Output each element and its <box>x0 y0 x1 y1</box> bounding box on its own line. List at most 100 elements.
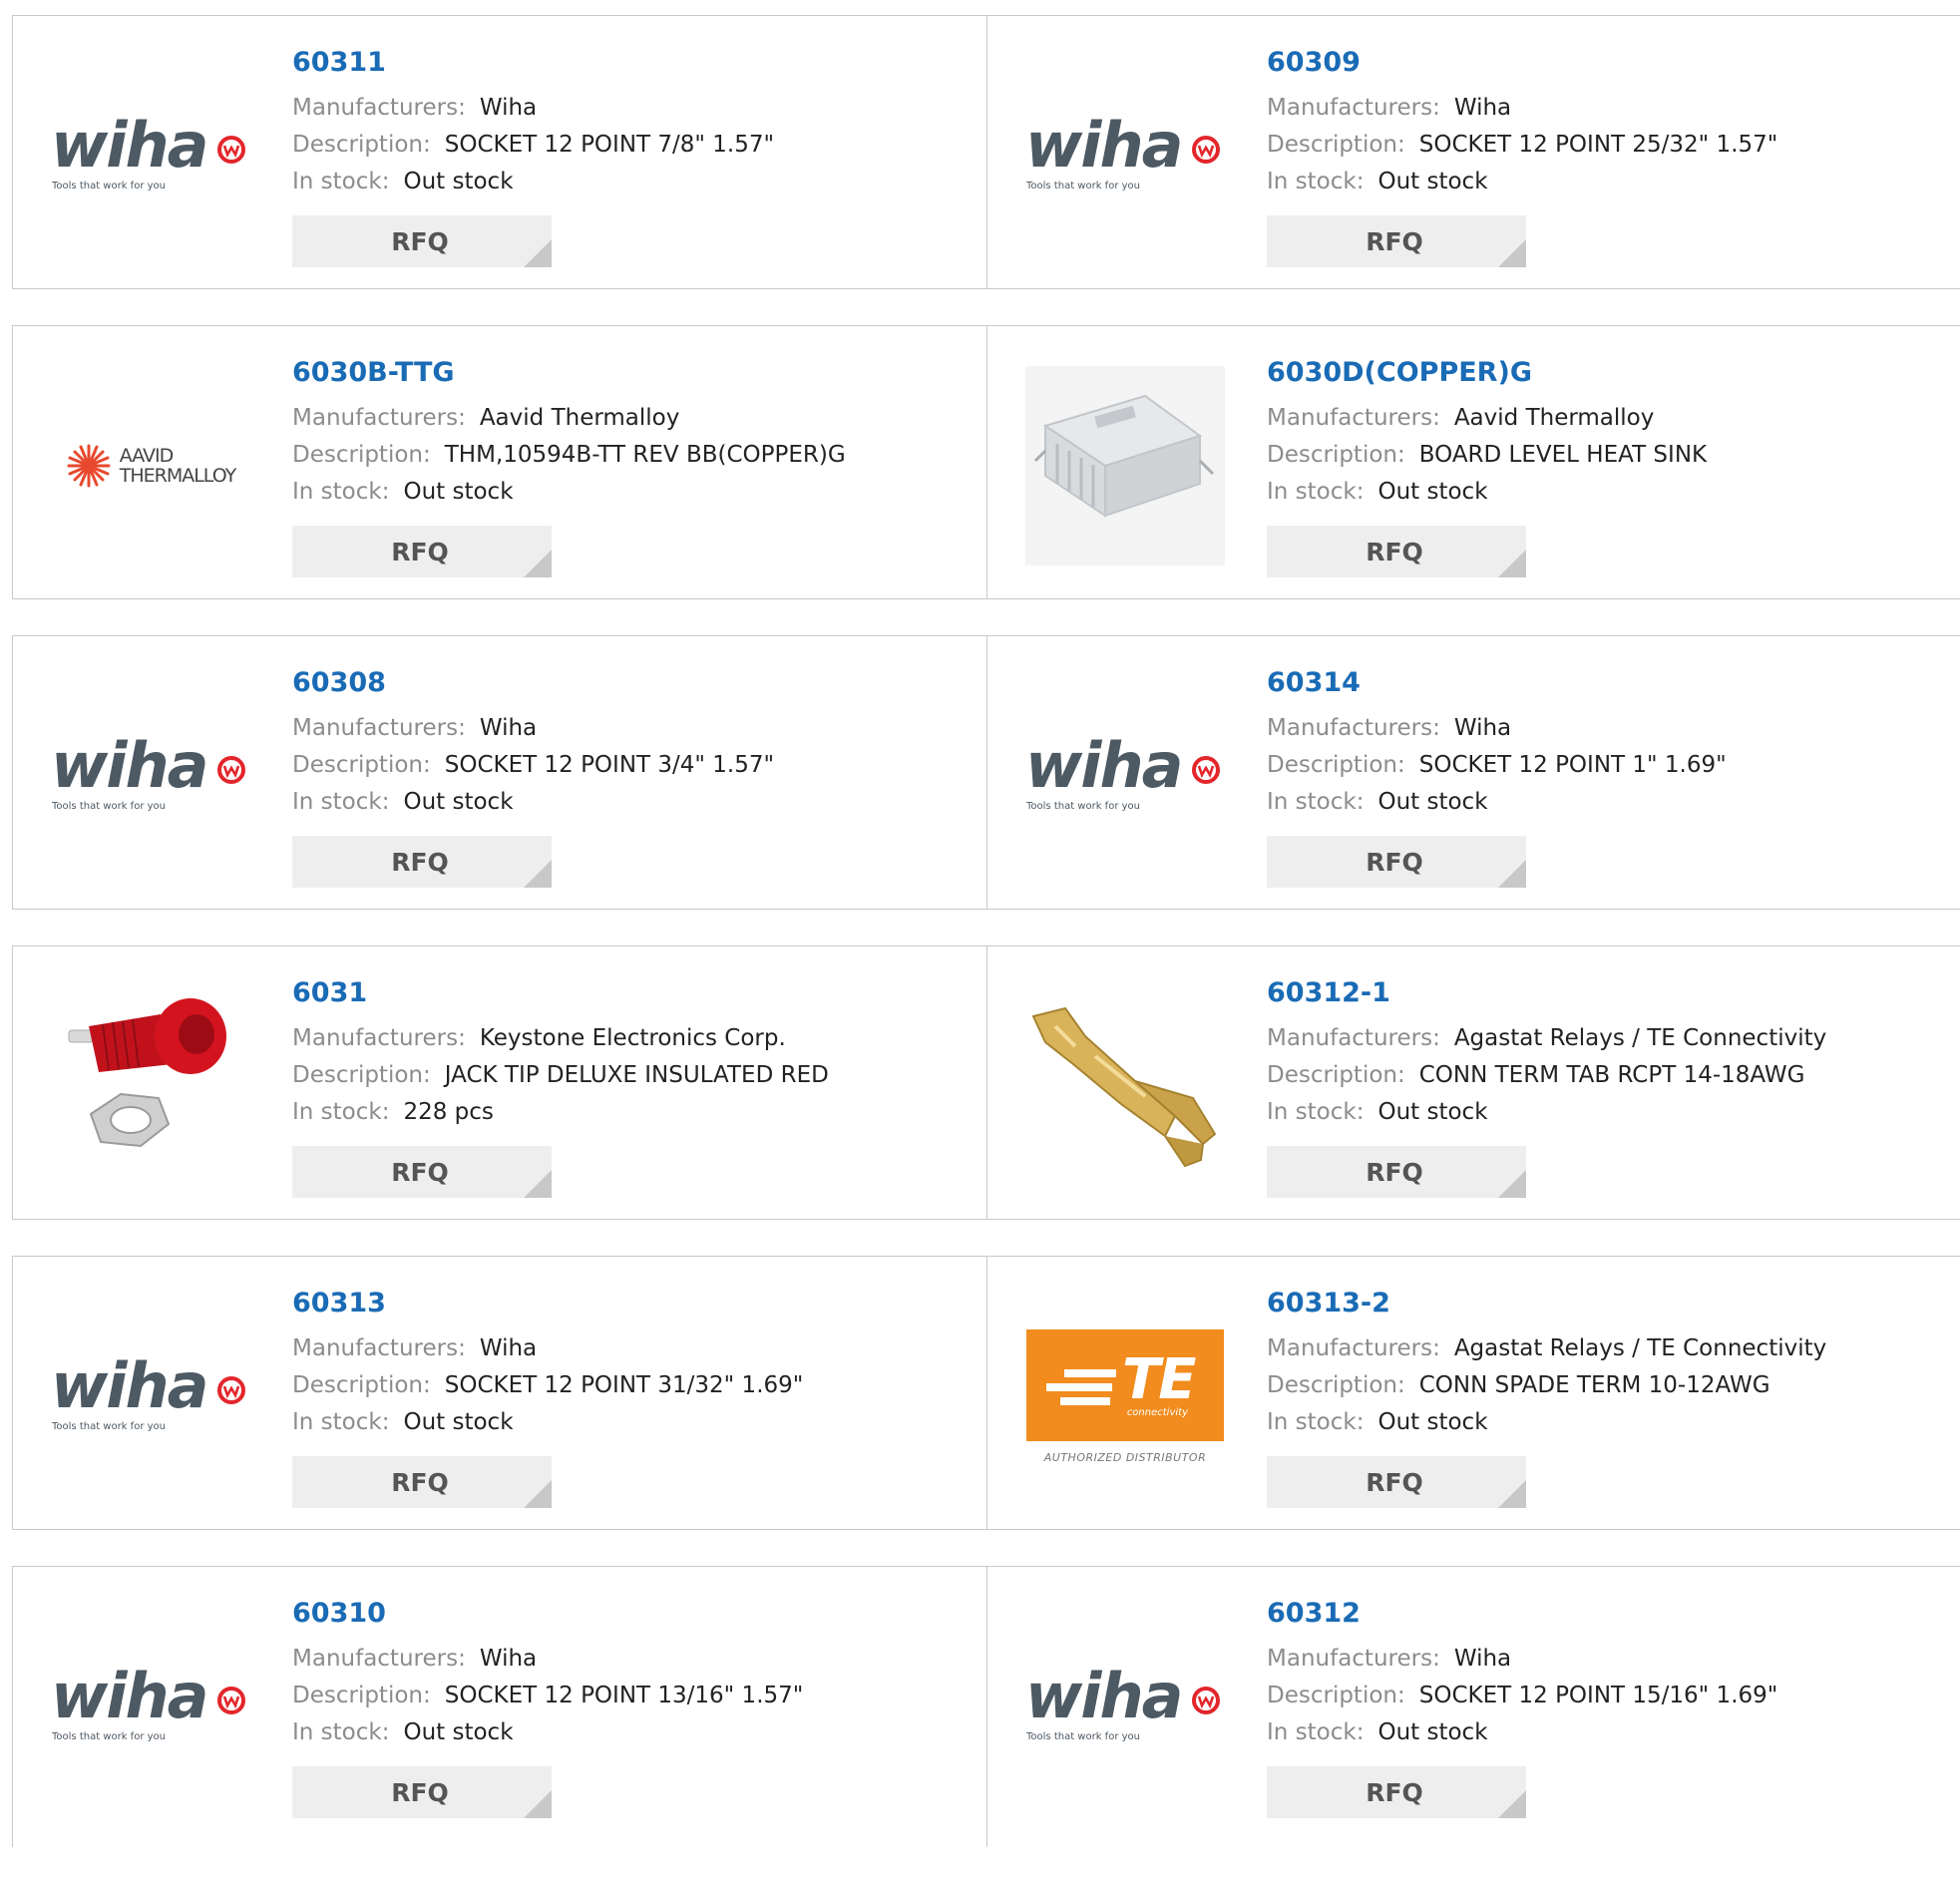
stock-line: In stock: Out stock <box>1267 789 1488 815</box>
product-row: wiha Tools that work for you 60313 Manuf… <box>12 1256 1960 1530</box>
stock-value: Out stock <box>403 169 514 194</box>
manufacturer-value: Wiha <box>479 1335 538 1361</box>
part-number-link[interactable]: 6030D(COPPER)G <box>1267 356 1950 390</box>
part-number-link[interactable]: 6031 <box>292 976 977 1010</box>
rfq-button[interactable]: RFQ <box>292 526 552 577</box>
wiha-logo: wiha Tools that work for you <box>1025 111 1225 200</box>
product-card: wiha Tools that work for you 60312 Manuf… <box>986 1567 1960 1847</box>
product-row: 6031 Manufacturers: Keystone Electronics … <box>12 945 1960 1220</box>
description-value: THM,10594B-TT REV BB(COPPER)G <box>444 442 846 468</box>
description-line: Description: SOCKET 12 POINT 7/8" 1.57" <box>292 132 775 158</box>
wiha-badge-icon <box>217 1687 245 1714</box>
product-image[interactable]: wiha Tools that work for you <box>1025 1607 1225 1806</box>
product-card: wiha Tools that work for you 60309 Manuf… <box>986 16 1960 288</box>
manufacturer-value: Wiha <box>1453 715 1512 741</box>
te-bars-icon <box>1046 1368 1116 1405</box>
product-card: wiha Tools that work for you 60308 Manuf… <box>12 636 986 909</box>
stock-value: Out stock <box>403 479 514 505</box>
stock-value: Out stock <box>1377 1719 1488 1745</box>
description-line: Description: SOCKET 12 POINT 13/16" 1.57" <box>292 1683 804 1708</box>
part-number-link[interactable]: 60310 <box>292 1597 977 1631</box>
stock-line: In stock: Out stock <box>292 1409 514 1435</box>
product-image[interactable]: wiha Tools that work for you <box>51 676 250 876</box>
stock-value: Out stock <box>1377 1099 1488 1125</box>
stock-line: In stock: Out stock <box>1267 479 1488 505</box>
part-number-link[interactable]: 60314 <box>1267 666 1950 700</box>
product-image[interactable]: wiha Tools that work for you <box>51 56 250 255</box>
description-line: Description: SOCKET 12 POINT 1" 1.69" <box>1267 752 1727 778</box>
manufacturer-line: Manufacturers: Aavid Thermalloy <box>1267 405 1655 431</box>
description-line: Description: SOCKET 12 POINT 31/32" 1.69" <box>292 1372 804 1398</box>
wiha-badge-icon <box>217 756 245 784</box>
stock-value: Out stock <box>403 789 514 815</box>
rfq-button[interactable]: RFQ <box>292 836 552 888</box>
description-value: SOCKET 12 POINT 25/32" 1.57" <box>1418 132 1778 158</box>
product-card: 6031 Manufacturers: Keystone Electronics … <box>12 946 986 1219</box>
manufacturer-value: Agastat Relays / TE Connectivity <box>1453 1025 1827 1051</box>
aavid-starburst-icon <box>67 444 111 488</box>
manufacturer-line: Manufacturers: Wiha <box>292 95 538 121</box>
product-row: wiha Tools that work for you 60311 Manuf… <box>12 15 1960 289</box>
part-number-link[interactable]: 6030B-TTG <box>292 356 977 390</box>
wiha-badge-icon <box>217 136 245 164</box>
manufacturer-value: Wiha <box>479 95 538 121</box>
product-image[interactable]: wiha Tools that work for you <box>51 1607 250 1806</box>
product-row: wiha Tools that work for you 60308 Manuf… <box>12 635 1960 910</box>
manufacturer-value: Aavid Thermalloy <box>1453 405 1655 431</box>
stock-line: In stock: Out stock <box>1267 1409 1488 1435</box>
rfq-button[interactable]: RFQ <box>1267 836 1526 888</box>
rfq-button[interactable]: RFQ <box>1267 1766 1526 1818</box>
rfq-button[interactable]: RFQ <box>292 215 552 267</box>
rfq-button[interactable]: RFQ <box>292 1456 552 1508</box>
description-value: SOCKET 12 POINT 13/16" 1.57" <box>444 1683 804 1708</box>
description-line: Description: BOARD LEVEL HEAT SINK <box>1267 442 1708 468</box>
wiha-logo: wiha Tools that work for you <box>51 1351 250 1441</box>
part-number-link[interactable]: 60313-2 <box>1267 1287 1950 1320</box>
stock-value: 228 pcs <box>403 1099 494 1125</box>
manufacturer-value: Wiha <box>479 1646 538 1672</box>
product-card: wiha Tools that work for you 60310 Manuf… <box>12 1567 986 1847</box>
part-number-link[interactable]: 60309 <box>1267 46 1950 80</box>
product-image[interactable]: AAVID THERMALLOY <box>51 366 250 565</box>
product-card: TE connectivity AUTHORIZED DISTRIBUTOR 6… <box>986 1257 1960 1529</box>
stock-line: In stock: Out stock <box>292 1719 514 1745</box>
description-line: Description: SOCKET 12 POINT 15/16" 1.69" <box>1267 1683 1778 1708</box>
product-grid: wiha Tools that work for you 60311 Manuf… <box>12 15 1960 1883</box>
product-image[interactable]: TE connectivity AUTHORIZED DISTRIBUTOR <box>1025 1297 1225 1496</box>
product-image[interactable] <box>51 986 250 1186</box>
rfq-button[interactable]: RFQ <box>292 1766 552 1818</box>
rfq-button[interactable]: RFQ <box>1267 1146 1526 1198</box>
product-image[interactable]: wiha Tools that work for you <box>1025 56 1225 255</box>
red-jack-image <box>51 986 250 1186</box>
description-value: SOCKET 12 POINT 31/32" 1.69" <box>444 1372 804 1398</box>
rfq-button[interactable]: RFQ <box>1267 526 1526 577</box>
part-number-link[interactable]: 60312 <box>1267 1597 1950 1631</box>
product-image[interactable]: wiha Tools that work for you <box>51 1297 250 1496</box>
description-value: SOCKET 12 POINT 3/4" 1.57" <box>444 752 775 778</box>
part-number-link[interactable]: 60311 <box>292 46 977 80</box>
part-number-link[interactable]: 60312-1 <box>1267 976 1950 1010</box>
product-image[interactable]: wiha Tools that work for you <box>1025 676 1225 876</box>
manufacturer-line: Manufacturers: Wiha <box>1267 95 1512 121</box>
product-image[interactable] <box>1025 986 1225 1186</box>
product-image[interactable] <box>1025 366 1225 565</box>
description-line: Description: THM,10594B-TT REV BB(COPPER)… <box>292 442 846 468</box>
wiha-badge-icon <box>217 1376 245 1404</box>
stock-line: In stock: Out stock <box>1267 1719 1488 1745</box>
product-row: wiha Tools that work for you 60310 Manuf… <box>12 1566 1960 1847</box>
stock-line: In stock: Out stock <box>1267 1099 1488 1125</box>
wiha-badge-icon <box>1192 756 1220 784</box>
rfq-button[interactable]: RFQ <box>292 1146 552 1198</box>
rfq-button[interactable]: RFQ <box>1267 215 1526 267</box>
manufacturer-line: Manufacturers: Wiha <box>292 1335 538 1361</box>
rfq-button[interactable]: RFQ <box>1267 1456 1526 1508</box>
manufacturer-value: Aavid Thermalloy <box>479 405 680 431</box>
manufacturer-value: Wiha <box>479 715 538 741</box>
part-number-link[interactable]: 60313 <box>292 1287 977 1320</box>
part-number-link[interactable]: 60308 <box>292 666 977 700</box>
description-line: Description: SOCKET 12 POINT 3/4" 1.57" <box>292 752 775 778</box>
product-card: wiha Tools that work for you 60311 Manuf… <box>12 16 986 288</box>
description-line: Description: CONN SPADE TERM 10-12AWG <box>1267 1372 1770 1398</box>
manufacturer-line: Manufacturers: Wiha <box>292 715 538 741</box>
te-connectivity-logo: TE connectivity AUTHORIZED DISTRIBUTOR <box>1026 1328 1224 1464</box>
